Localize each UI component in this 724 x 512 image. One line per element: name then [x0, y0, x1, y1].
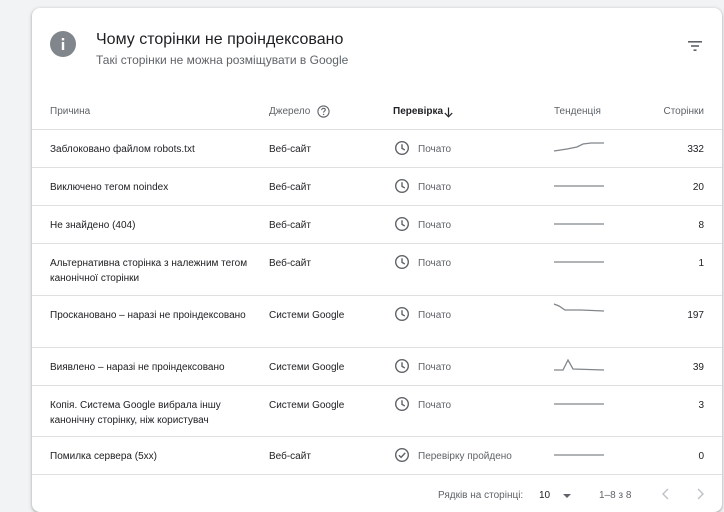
table-row[interactable]: Заблоковано файлом robots.txt Веб-сайт Поч…	[32, 130, 722, 168]
chevron-left-icon[interactable]	[658, 484, 674, 504]
rows-per-page-value: 10	[539, 490, 551, 501]
trend-sparkline	[553, 392, 605, 412]
row-pages-count: 3	[698, 400, 704, 411]
row-source: Системи Google	[269, 362, 345, 373]
row-pages-count: 8	[698, 220, 704, 231]
clock-icon	[394, 216, 410, 232]
clock-icon	[394, 396, 410, 412]
trend-line	[553, 142, 604, 152]
trend-line	[553, 303, 605, 312]
table-header: Причина Джерело Перевірка Тенденція Стор…	[32, 94, 722, 130]
trend-sparkline	[553, 250, 605, 270]
table-row[interactable]: Помилка сервера (5xx) Веб-сайт Перевірку п…	[32, 437, 722, 475]
row-pages-count: 1	[698, 258, 704, 269]
row-pages-count: 197	[687, 310, 704, 321]
table-row[interactable]: Виключено тегом noindex Веб-сайт Почато 20	[32, 168, 722, 206]
clock-icon	[394, 358, 410, 374]
arrow-down-icon[interactable]	[444, 107, 453, 118]
column-header-pages[interactable]: Сторінки	[663, 94, 704, 130]
row-pages-count: 20	[692, 182, 704, 193]
row-source: Веб-сайт	[269, 182, 311, 193]
row-reason: Виявлено – наразі не проіндексовано	[50, 362, 225, 373]
card-subtitle: Такі сторінки не можна розміщувати в Goo…	[96, 53, 349, 67]
check-circle-icon	[394, 447, 410, 463]
pagination-range: 1–8 з 8	[599, 490, 632, 501]
table-row[interactable]: Альтернативна сторінка з належним тегом …	[32, 244, 722, 296]
row-verification-status: Почато	[418, 310, 452, 321]
row-verification-status: Почато	[418, 362, 452, 373]
trend-sparkline	[553, 302, 605, 322]
card-header: Чому сторінки не проіндексовано Такі сто…	[32, 8, 722, 88]
row-source: Веб-сайт	[269, 144, 311, 155]
row-reason: Виключено тегом noindex	[50, 182, 169, 193]
trend-sparkline	[553, 354, 605, 374]
caret-down-icon	[563, 494, 571, 498]
row-reason: Альтернативна сторінка з належним тегом …	[50, 258, 248, 284]
row-source: Веб-сайт	[269, 451, 311, 462]
column-header-source[interactable]: Джерело	[269, 94, 310, 130]
row-pages-count: 332	[687, 144, 704, 155]
row-reason: Помилка сервера (5xx)	[50, 451, 157, 462]
column-header-verification[interactable]: Перевірка	[393, 94, 443, 130]
row-reason: Копія. Система Google вибрала іншу канон…	[50, 400, 221, 426]
row-verification-status: Почато	[418, 258, 452, 269]
column-header-trend[interactable]: Тенденція	[554, 94, 601, 130]
column-header-reason[interactable]: Причина	[50, 94, 90, 130]
row-source: Веб-сайт	[269, 258, 311, 269]
row-source: Системи Google	[269, 310, 345, 321]
trend-line	[554, 358, 605, 371]
trend-sparkline	[553, 212, 605, 232]
trend-sparkline	[553, 136, 605, 156]
row-reason: Не знайдено (404)	[50, 220, 136, 231]
help-circle-icon[interactable]	[317, 105, 330, 118]
table-row[interactable]: Виявлено – наразі не проіндексовано Систе…	[32, 348, 722, 386]
table-row[interactable]: Не знайдено (404) Веб-сайт Почато 8	[32, 206, 722, 244]
row-source: Веб-сайт	[269, 220, 311, 231]
row-verification-status: Почато	[418, 220, 452, 231]
card-title: Чому сторінки не проіндексовано	[96, 31, 344, 48]
info-icon	[50, 31, 76, 57]
filter-icon[interactable]	[686, 38, 704, 54]
not-indexed-card: Чому сторінки не проіндексовано Такі сто…	[32, 8, 722, 512]
table-row[interactable]: Копія. Система Google вибрала іншу канон…	[32, 386, 722, 437]
row-verification-status: Почато	[418, 144, 452, 155]
clock-icon	[394, 178, 410, 194]
row-pages-count: 0	[698, 451, 704, 462]
row-reason: Проскановано – наразі не проіндексовано	[50, 310, 246, 321]
trend-sparkline	[553, 443, 605, 463]
row-verification-status: Почато	[418, 182, 452, 193]
row-verification-status: Почато	[418, 400, 452, 411]
row-pages-count: 39	[692, 362, 704, 373]
table-row[interactable]: Проскановано – наразі не проіндексовано С…	[32, 296, 722, 348]
row-verification-status: Перевірку пройдено	[418, 451, 512, 462]
trend-sparkline	[553, 174, 605, 194]
chevron-right-icon[interactable]	[692, 484, 708, 504]
row-reason: Заблоковано файлом robots.txt	[50, 144, 195, 155]
row-source: Системи Google	[269, 400, 345, 411]
clock-icon	[394, 254, 410, 270]
rows-per-page-select[interactable]: 10	[539, 486, 575, 504]
rows-per-page-label: Рядків на сторінці:	[438, 490, 524, 501]
table-pagination: Рядків на сторінці: 10 1–8 з 8	[32, 478, 722, 512]
clock-icon	[394, 306, 410, 322]
clock-icon	[394, 140, 410, 156]
